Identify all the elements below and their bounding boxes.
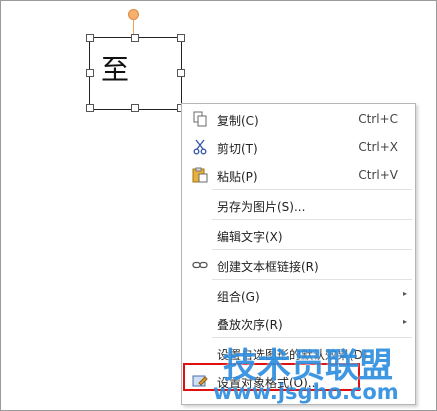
menu-separator: [212, 189, 412, 190]
menu-item-group[interactable]: 组合(G) ▸: [182, 281, 415, 309]
menu-item-order[interactable]: 叠放次序(R) ▸: [182, 309, 415, 337]
resize-handle-top-right[interactable]: [177, 34, 185, 42]
resize-handle-bottom-left[interactable]: [86, 104, 94, 112]
rotation-handle[interactable]: [128, 9, 139, 20]
menu-item-cut[interactable]: 剪切(T) Ctrl+X: [182, 133, 415, 161]
resize-handle-bottom[interactable]: [131, 104, 139, 112]
link-icon: [192, 257, 208, 273]
paste-icon: [192, 167, 208, 183]
menu-item-create-textbox-link[interactable]: 创建文本框链接(R): [182, 251, 415, 279]
menu-item-paste[interactable]: 粘贴(P) Ctrl+V: [182, 161, 415, 189]
submenu-arrow-icon: ▸: [402, 289, 407, 298]
menu-item-edit-text[interactable]: 编辑文字(X): [182, 221, 415, 249]
scissors-icon: [192, 139, 208, 155]
menu-separator: [212, 249, 412, 250]
text-box-content: 至: [101, 53, 130, 86]
resize-handle-top-left[interactable]: [86, 34, 94, 42]
resize-handle-left[interactable]: [86, 69, 94, 77]
resize-handle-top[interactable]: [131, 34, 139, 42]
watermark-url: www.jsgho.com: [213, 380, 399, 404]
text-box[interactable]: 至: [89, 37, 182, 110]
menu-item-save-as-picture[interactable]: 另存为图片(S)...: [182, 191, 415, 219]
submenu-arrow-icon: ▸: [402, 317, 407, 326]
menu-separator: [212, 219, 412, 220]
resize-handle-right[interactable]: [177, 69, 185, 77]
copy-icon: [192, 111, 208, 127]
menu-item-copy[interactable]: 复制(C) Ctrl+C: [182, 105, 415, 133]
menu-separator: [212, 279, 412, 280]
